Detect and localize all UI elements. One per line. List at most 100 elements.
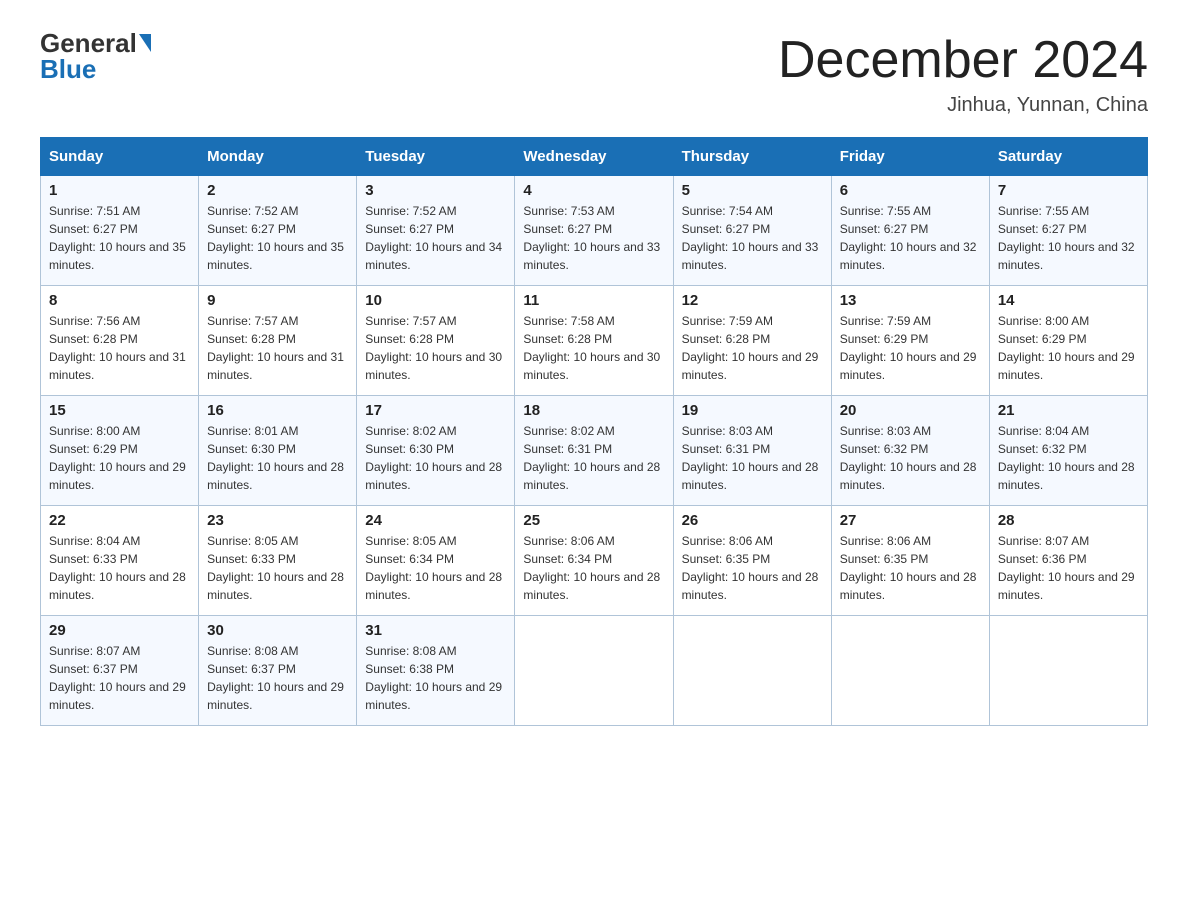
day-number: 20 xyxy=(840,402,981,419)
day-info: Sunrise: 7:58 AMSunset: 6:28 PMDaylight:… xyxy=(523,312,664,384)
calendar-cell: 1Sunrise: 7:51 AMSunset: 6:27 PMDaylight… xyxy=(41,176,199,286)
header: General Blue December 2024 Jinhua, Yunna… xyxy=(40,30,1148,117)
weekday-header-wednesday: Wednesday xyxy=(515,138,673,176)
logo-text-blue: Blue xyxy=(40,54,96,85)
day-info: Sunrise: 7:55 AMSunset: 6:27 PMDaylight:… xyxy=(998,202,1139,274)
calendar-cell: 28 Sunrise: 8:07 AMSunset: 6:36 PMDayligh… xyxy=(989,506,1147,616)
calendar-cell: 9 Sunrise: 7:57 AMSunset: 6:28 PMDaylight… xyxy=(199,286,357,396)
day-info: Sunrise: 8:03 AMSunset: 6:32 PMDaylight:… xyxy=(840,422,981,494)
weekday-header-thursday: Thursday xyxy=(673,138,831,176)
day-number: 2 xyxy=(207,182,348,199)
calendar-cell: 5 Sunrise: 7:54 AMSunset: 6:27 PMDaylight… xyxy=(673,176,831,286)
calendar-cell: 25 Sunrise: 8:06 AMSunset: 6:34 PMDayligh… xyxy=(515,506,673,616)
day-number: 25 xyxy=(523,512,664,529)
calendar-cell: 17 Sunrise: 8:02 AMSunset: 6:30 PMDayligh… xyxy=(357,396,515,506)
calendar-cell: 20 Sunrise: 8:03 AMSunset: 6:32 PMDayligh… xyxy=(831,396,989,506)
calendar-cell: 23 Sunrise: 8:05 AMSunset: 6:33 PMDayligh… xyxy=(199,506,357,616)
day-info: Sunrise: 8:06 AMSunset: 6:34 PMDaylight:… xyxy=(523,532,664,604)
calendar-cell: 3 Sunrise: 7:52 AMSunset: 6:27 PMDaylight… xyxy=(357,176,515,286)
calendar-cell: 10Sunrise: 7:57 AMSunset: 6:28 PMDayligh… xyxy=(357,286,515,396)
day-number: 27 xyxy=(840,512,981,529)
calendar-cell: 6 Sunrise: 7:55 AMSunset: 6:27 PMDaylight… xyxy=(831,176,989,286)
calendar-cell: 24Sunrise: 8:05 AMSunset: 6:34 PMDayligh… xyxy=(357,506,515,616)
day-info: Sunrise: 7:52 AMSunset: 6:27 PMDaylight:… xyxy=(207,202,348,274)
day-number: 30 xyxy=(207,622,348,639)
calendar-cell: 16Sunrise: 8:01 AMSunset: 6:30 PMDayligh… xyxy=(199,396,357,506)
day-info: Sunrise: 8:04 AMSunset: 6:33 PMDaylight:… xyxy=(49,532,190,604)
week-row-2: 8 Sunrise: 7:56 AMSunset: 6:28 PMDaylight… xyxy=(41,286,1148,396)
calendar-cell: 4 Sunrise: 7:53 AMSunset: 6:27 PMDaylight… xyxy=(515,176,673,286)
location: Jinhua, Yunnan, China xyxy=(778,94,1148,117)
calendar-cell: 30Sunrise: 8:08 AMSunset: 6:37 PMDayligh… xyxy=(199,616,357,726)
day-info: Sunrise: 8:07 AMSunset: 6:37 PMDaylight:… xyxy=(49,642,190,714)
day-number: 7 xyxy=(998,182,1139,199)
calendar-cell: 26 Sunrise: 8:06 AMSunset: 6:35 PMDayligh… xyxy=(673,506,831,616)
day-info: Sunrise: 7:55 AMSunset: 6:27 PMDaylight:… xyxy=(840,202,981,274)
day-number: 12 xyxy=(682,292,823,309)
day-info: Sunrise: 8:07 AMSunset: 6:36 PMDaylight:… xyxy=(998,532,1139,604)
day-number: 21 xyxy=(998,402,1139,419)
weekday-header-friday: Friday xyxy=(831,138,989,176)
day-info: Sunrise: 7:59 AMSunset: 6:28 PMDaylight:… xyxy=(682,312,823,384)
day-number: 29 xyxy=(49,622,190,639)
calendar-cell xyxy=(989,616,1147,726)
day-info: Sunrise: 8:04 AMSunset: 6:32 PMDaylight:… xyxy=(998,422,1139,494)
day-number: 26 xyxy=(682,512,823,529)
day-number: 22 xyxy=(49,512,190,529)
day-info: Sunrise: 8:02 AMSunset: 6:31 PMDaylight:… xyxy=(523,422,664,494)
calendar-cell: 14 Sunrise: 8:00 AMSunset: 6:29 PMDayligh… xyxy=(989,286,1147,396)
calendar-table: SundayMondayTuesdayWednesdayThursdayFrid… xyxy=(40,137,1148,726)
day-number: 23 xyxy=(207,512,348,529)
day-info: Sunrise: 8:00 AMSunset: 6:29 PMDaylight:… xyxy=(49,422,190,494)
day-number: 13 xyxy=(840,292,981,309)
day-number: 9 xyxy=(207,292,348,309)
week-row-4: 22 Sunrise: 8:04 AMSunset: 6:33 PMDayligh… xyxy=(41,506,1148,616)
calendar-cell: 13 Sunrise: 7:59 AMSunset: 6:29 PMDayligh… xyxy=(831,286,989,396)
day-number: 3 xyxy=(365,182,506,199)
day-number: 17 xyxy=(365,402,506,419)
day-info: Sunrise: 8:06 AMSunset: 6:35 PMDaylight:… xyxy=(840,532,981,604)
weekday-header-sunday: Sunday xyxy=(41,138,199,176)
calendar-cell xyxy=(515,616,673,726)
day-info: Sunrise: 7:52 AMSunset: 6:27 PMDaylight:… xyxy=(365,202,506,274)
day-number: 5 xyxy=(682,182,823,199)
day-info: Sunrise: 8:03 AMSunset: 6:31 PMDaylight:… xyxy=(682,422,823,494)
calendar-cell xyxy=(673,616,831,726)
weekday-header-saturday: Saturday xyxy=(989,138,1147,176)
week-row-3: 15Sunrise: 8:00 AMSunset: 6:29 PMDayligh… xyxy=(41,396,1148,506)
logo-text-general: General xyxy=(40,30,137,56)
day-info: Sunrise: 8:01 AMSunset: 6:30 PMDaylight:… xyxy=(207,422,348,494)
month-title: December 2024 xyxy=(778,30,1148,90)
week-row-1: 1Sunrise: 7:51 AMSunset: 6:27 PMDaylight… xyxy=(41,176,1148,286)
day-info: Sunrise: 8:06 AMSunset: 6:35 PMDaylight:… xyxy=(682,532,823,604)
day-number: 8 xyxy=(49,292,190,309)
week-row-5: 29 Sunrise: 8:07 AMSunset: 6:37 PMDayligh… xyxy=(41,616,1148,726)
day-info: Sunrise: 7:53 AMSunset: 6:27 PMDaylight:… xyxy=(523,202,664,274)
day-number: 18 xyxy=(523,402,664,419)
calendar-cell: 19 Sunrise: 8:03 AMSunset: 6:31 PMDayligh… xyxy=(673,396,831,506)
day-info: Sunrise: 7:56 AMSunset: 6:28 PMDaylight:… xyxy=(49,312,190,384)
calendar-cell: 7 Sunrise: 7:55 AMSunset: 6:27 PMDaylight… xyxy=(989,176,1147,286)
calendar-cell: 18 Sunrise: 8:02 AMSunset: 6:31 PMDayligh… xyxy=(515,396,673,506)
calendar-cell: 21 Sunrise: 8:04 AMSunset: 6:32 PMDayligh… xyxy=(989,396,1147,506)
day-number: 28 xyxy=(998,512,1139,529)
day-info: Sunrise: 8:05 AMSunset: 6:33 PMDaylight:… xyxy=(207,532,348,604)
day-number: 4 xyxy=(523,182,664,199)
day-number: 31 xyxy=(365,622,506,639)
calendar-cell: 29 Sunrise: 8:07 AMSunset: 6:37 PMDayligh… xyxy=(41,616,199,726)
day-info: Sunrise: 8:00 AMSunset: 6:29 PMDaylight:… xyxy=(998,312,1139,384)
day-number: 1 xyxy=(49,182,190,199)
day-number: 19 xyxy=(682,402,823,419)
day-number: 14 xyxy=(998,292,1139,309)
day-info: Sunrise: 7:59 AMSunset: 6:29 PMDaylight:… xyxy=(840,312,981,384)
day-info: Sunrise: 8:02 AMSunset: 6:30 PMDaylight:… xyxy=(365,422,506,494)
logo: General Blue xyxy=(40,30,151,85)
calendar-cell: 27 Sunrise: 8:06 AMSunset: 6:35 PMDayligh… xyxy=(831,506,989,616)
calendar-cell: 12 Sunrise: 7:59 AMSunset: 6:28 PMDayligh… xyxy=(673,286,831,396)
day-info: Sunrise: 7:57 AMSunset: 6:28 PMDaylight:… xyxy=(365,312,506,384)
day-number: 6 xyxy=(840,182,981,199)
day-info: Sunrise: 7:57 AMSunset: 6:28 PMDaylight:… xyxy=(207,312,348,384)
calendar-cell: 2 Sunrise: 7:52 AMSunset: 6:27 PMDaylight… xyxy=(199,176,357,286)
calendar-cell: 11Sunrise: 7:58 AMSunset: 6:28 PMDayligh… xyxy=(515,286,673,396)
day-info: Sunrise: 7:54 AMSunset: 6:27 PMDaylight:… xyxy=(682,202,823,274)
